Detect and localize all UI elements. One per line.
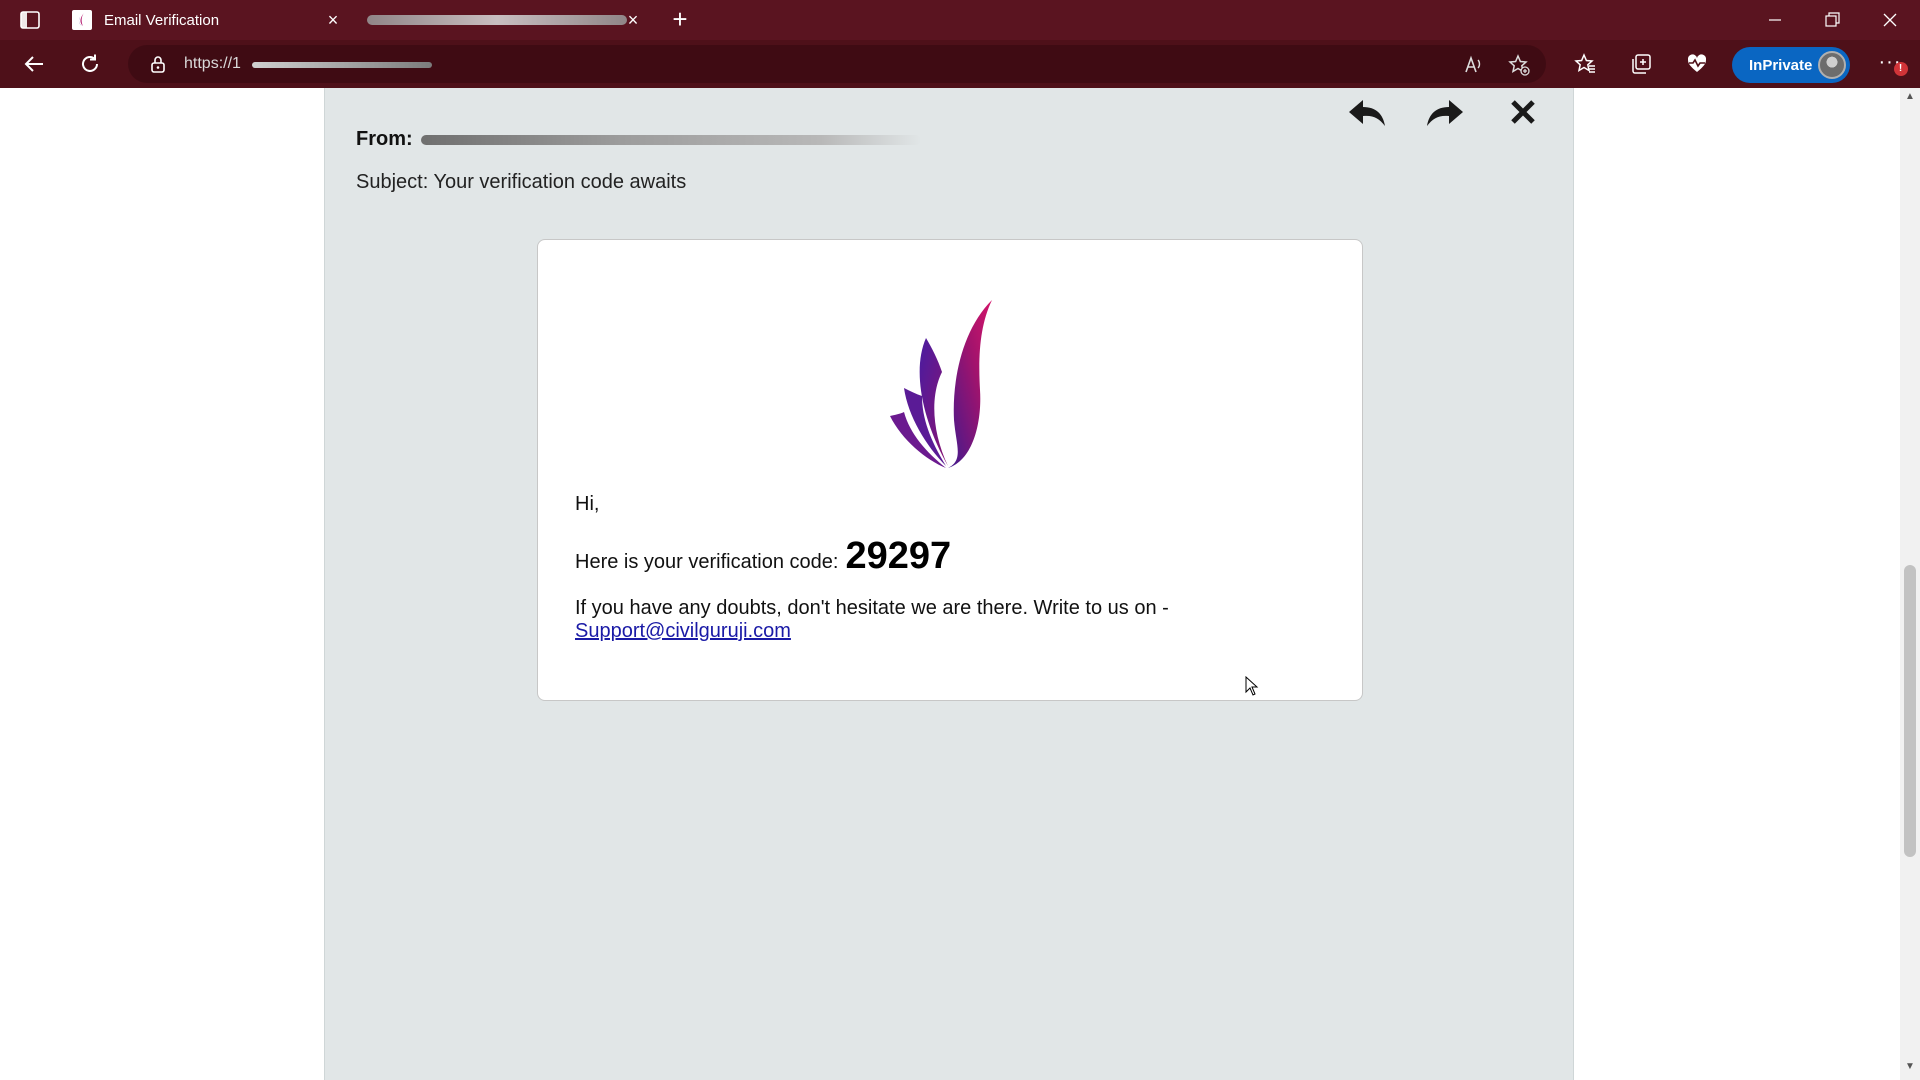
redacted-url	[252, 62, 432, 68]
settings-menu-button[interactable]: ··· !	[1872, 50, 1908, 78]
browser-titlebar: Email Verification × × +	[0, 0, 1920, 40]
browser-toolbar: https://1 InPrivate ··· !	[0, 40, 1920, 88]
support-email-link[interactable]: Support@civilguruji.com	[575, 620, 791, 643]
read-aloud-icon[interactable]	[1462, 54, 1484, 76]
notification-badge: !	[1894, 62, 1908, 76]
flame-logo-icon	[890, 300, 992, 468]
inprivate-button[interactable]: InPrivate	[1732, 47, 1850, 83]
page-viewport: From: Subject: Your verification code aw…	[0, 88, 1900, 1080]
url-text: https://1	[184, 55, 241, 72]
from-row: From:	[356, 128, 921, 151]
close-email-icon[interactable]	[1501, 94, 1545, 132]
email-subject: Subject: Your verification code awaits	[356, 171, 687, 193]
browser-essentials-icon[interactable]	[1684, 52, 1710, 78]
collections-icon[interactable]	[1628, 52, 1654, 78]
email-panel: From: Subject: Your verification code aw…	[324, 88, 1574, 1080]
tab-actions-icon[interactable]	[16, 8, 44, 32]
back-arrow-icon[interactable]	[16, 48, 52, 80]
greeting-text: Hi,	[575, 493, 600, 515]
new-tab-button[interactable]: +	[665, 6, 695, 34]
reload-icon[interactable]	[72, 48, 108, 80]
page-scrollbar[interactable]: ▲ ▼	[1900, 88, 1920, 1080]
message-card: Hi, Here is your verification code: 2929…	[537, 239, 1363, 701]
scroll-up-icon[interactable]: ▲	[1905, 92, 1915, 102]
email-actions	[1345, 94, 1545, 132]
close-window-icon[interactable]	[1870, 4, 1910, 36]
tab-title: Email Verification	[104, 11, 220, 29]
tab-redacted[interactable]: ×	[355, 0, 655, 40]
inprivate-label: InPrivate	[1749, 56, 1813, 74]
verification-code-line: Here is your verification code: 29297	[575, 535, 951, 578]
reply-icon[interactable]	[1345, 94, 1389, 132]
lock-icon[interactable]	[148, 54, 168, 74]
support-message: If you have any doubts, don't hesitate w…	[575, 597, 1169, 619]
add-favorite-icon[interactable]	[1508, 54, 1530, 76]
close-tab-icon[interactable]: ×	[323, 10, 343, 30]
mouse-cursor-icon	[1245, 676, 1259, 696]
restore-icon[interactable]	[1812, 4, 1852, 36]
address-bar[interactable]: https://1	[128, 45, 1546, 83]
code-prefix: Here is your verification code:	[575, 551, 839, 573]
redacted-tab-title	[367, 15, 627, 25]
verification-code: 29297	[845, 535, 952, 577]
redacted-sender	[420, 134, 921, 145]
forward-icon[interactable]	[1423, 94, 1467, 132]
close-tab-icon[interactable]: ×	[623, 10, 643, 30]
from-label: From:	[356, 128, 413, 150]
scroll-thumb[interactable]	[1904, 565, 1916, 857]
flame-logo-icon	[72, 10, 92, 30]
minimize-icon[interactable]	[1755, 4, 1795, 36]
avatar	[1818, 51, 1846, 79]
scroll-down-icon[interactable]: ▼	[1905, 1062, 1915, 1072]
tab-email-verification[interactable]: Email Verification ×	[60, 0, 355, 40]
favorites-icon[interactable]	[1572, 52, 1598, 78]
